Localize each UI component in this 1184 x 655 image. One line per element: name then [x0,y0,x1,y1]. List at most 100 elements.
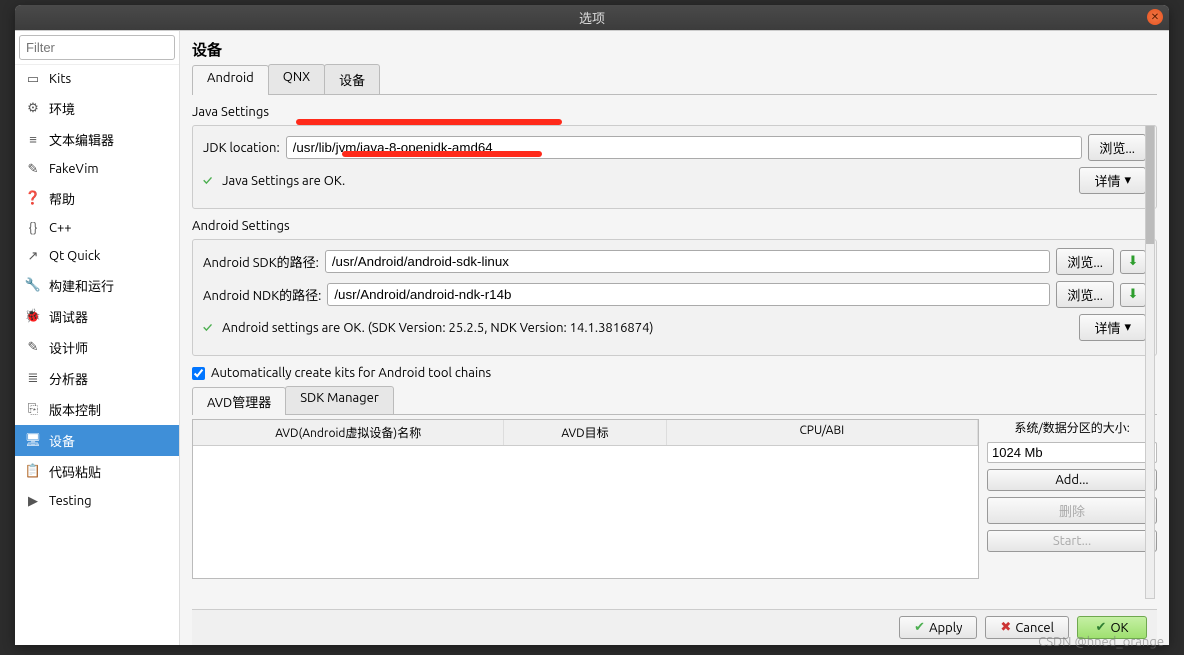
sidebar-item-label: 版本控制 [49,400,101,419]
sidebar-item-design[interactable]: ✎ 设计师 [15,332,179,363]
download-icon: ⬇ [1128,254,1139,269]
sidebar-item-env[interactable]: ⚙ 环境 [15,93,179,124]
jdk-browse-button[interactable]: 浏览... [1088,134,1146,161]
sdk-browse-button[interactable]: 浏览... [1056,248,1114,275]
chevron-down-icon: ▾ [1124,173,1131,188]
manager-tab-1[interactable]: SDK Manager [285,386,394,414]
sidebar-item-label: 文本编辑器 [49,130,114,149]
debug-icon: 🐞 [25,309,41,325]
android-details-button[interactable]: 详情▾ [1079,314,1146,341]
paste-icon: 📋 [25,464,41,480]
env-icon: ⚙ [25,101,41,117]
autokits-checkbox[interactable] [192,367,205,380]
sidebar-item-device[interactable]: 🖥设备 [15,425,179,456]
sdk-download-button[interactable]: ⬇ [1120,250,1146,274]
sidebar-item-cpp[interactable]: {} C++ [15,214,179,242]
page-title: 设备 [192,39,1157,60]
scrollbar[interactable] [1145,125,1155,599]
sidebar-item-build[interactable]: 🔧 构建和运行 [15,270,179,301]
sidebar-item-vim[interactable]: ✎ FakeVim [15,155,179,183]
device-icon: 🖥 [25,433,41,449]
sidebar-item-label: Qt Quick [49,249,100,263]
avd-col-target: AVD目标 [504,420,666,445]
cancel-icon: ✖ [1000,620,1011,635]
ndk-download-button[interactable]: ⬇ [1120,283,1146,307]
android-status: Android settings are OK. (SDK Version: 2… [222,321,653,335]
dialog-footer: ✔Apply ✖Cancel ✔OK [192,609,1157,645]
main-panel: 设备 AndroidQNX设备 Java Settings JDK locati… [180,31,1169,645]
check-icon: ✓ [203,174,212,188]
close-icon[interactable]: ✕ [1147,9,1163,25]
autokits-label: Automatically create kits for Android to… [211,366,491,380]
partition-size-label: 系统/数据分区的大小: [987,419,1157,436]
ndk-input[interactable] [327,283,1050,306]
sidebar-item-analyze[interactable]: ≣分析器 [15,363,179,394]
build-icon: 🔧 [25,278,41,294]
sidebar-item-text[interactable]: ≡ 文本编辑器 [15,124,179,155]
sidebar-item-qt[interactable]: ↗ Qt Quick [15,242,179,270]
ndk-label: Android NDK的路径: [203,285,321,304]
tab-android[interactable]: Android [192,65,269,95]
text-icon: ≡ [25,132,41,148]
apply-button[interactable]: ✔Apply [899,616,977,639]
avd-add-button[interactable]: Add... [987,469,1157,491]
sidebar-item-kits[interactable]: ▭ Kits [15,65,179,93]
sidebar-item-label: 环境 [49,99,75,118]
java-status: Java Settings are OK. [222,174,345,188]
window-title: 选项 [579,8,605,27]
ok-button[interactable]: ✔OK [1077,616,1147,639]
download-icon: ⬇ [1128,287,1139,302]
android-group: Android SDK的路径: 浏览... ⬇ Android NDK的路径: … [192,239,1157,356]
java-details-button[interactable]: 详情▾ [1079,167,1146,194]
sidebar-item-test[interactable]: ▶ Testing [15,487,179,515]
sidebar-item-debug[interactable]: 🐞 调试器 [15,301,179,332]
jdk-input[interactable] [286,136,1083,159]
options-dialog: 选项 ✕ ▭ Kits ⚙ 环境 ≡ 文本编辑器 ✎ FakeVim ❓ 帮助 {} C++ ↗ Qt Q… [15,5,1169,645]
tab-qnx[interactable]: QNX [268,64,325,94]
sdk-label: Android SDK的路径: [203,252,319,271]
avd-table[interactable]: AVD(Android虚拟设备)名称 AVD目标 CPU/ABI [192,419,979,579]
sidebar: ▭ Kits ⚙ 环境 ≡ 文本编辑器 ✎ FakeVim ❓ 帮助 {} C++ ↗ Qt Quick 🔧… [15,31,180,645]
java-group: JDK location: 浏览... ✓ Java Settings are … [192,125,1157,209]
avd-start-button: Start... [987,530,1157,552]
avd-col-cpu: CPU/ABI [667,420,978,445]
avd-col-name: AVD(Android虚拟设备)名称 [193,420,504,445]
sidebar-item-label: 构建和运行 [49,276,114,295]
kits-icon: ▭ [25,71,41,87]
sidebar-item-paste[interactable]: 📋 代码粘贴 [15,456,179,487]
test-icon: ▶ [25,493,41,509]
content-area: Java Settings JDK location: 浏览... ✓ Java… [192,95,1157,609]
sidebar-item-label: C++ [49,221,72,235]
partition-size-input[interactable] [992,445,1157,460]
qt-icon: ↗ [25,248,41,264]
cpp-icon: {} [25,220,41,236]
category-list: ▭ Kits ⚙ 环境 ≡ 文本编辑器 ✎ FakeVim ❓ 帮助 {} C++ ↗ Qt Quick 🔧… [15,65,179,645]
design-icon: ✎ [25,340,41,356]
vim-icon: ✎ [25,161,41,177]
cancel-button[interactable]: ✖Cancel [985,616,1069,639]
avd-side-panel: 系统/数据分区的大小: ▲▼ Add... 删除 Start... [987,419,1157,579]
sidebar-item-label: Kits [49,72,71,86]
sdk-input[interactable] [325,250,1051,273]
sidebar-item-label: 设计师 [49,338,88,357]
java-section-title: Java Settings [192,105,1157,119]
manager-tab-0[interactable]: AVD管理器 [192,387,286,415]
ndk-browse-button[interactable]: 浏览... [1056,281,1114,308]
filter-input[interactable] [19,35,175,60]
sidebar-item-label: Testing [49,494,92,508]
sidebar-item-help[interactable]: ❓ 帮助 [15,183,179,214]
avd-delete-button: 删除 [987,497,1157,524]
sidebar-item-label: 代码粘贴 [49,462,101,481]
help-icon: ❓ [25,191,41,207]
sidebar-item-vcs[interactable]: ⎘版本控制 [15,394,179,425]
tab-设备[interactable]: 设备 [324,64,380,94]
jdk-label: JDK location: [203,141,280,155]
sidebar-item-label: 调试器 [49,307,88,326]
main-tabs: AndroidQNX设备 [192,64,1157,95]
sidebar-item-label: FakeVim [49,162,99,176]
android-section-title: Android Settings [192,219,1157,233]
sidebar-item-label: 帮助 [49,189,75,208]
check-icon: ✔ [914,620,925,635]
analyze-icon: ≣ [25,371,41,387]
titlebar: 选项 ✕ [15,5,1169,30]
